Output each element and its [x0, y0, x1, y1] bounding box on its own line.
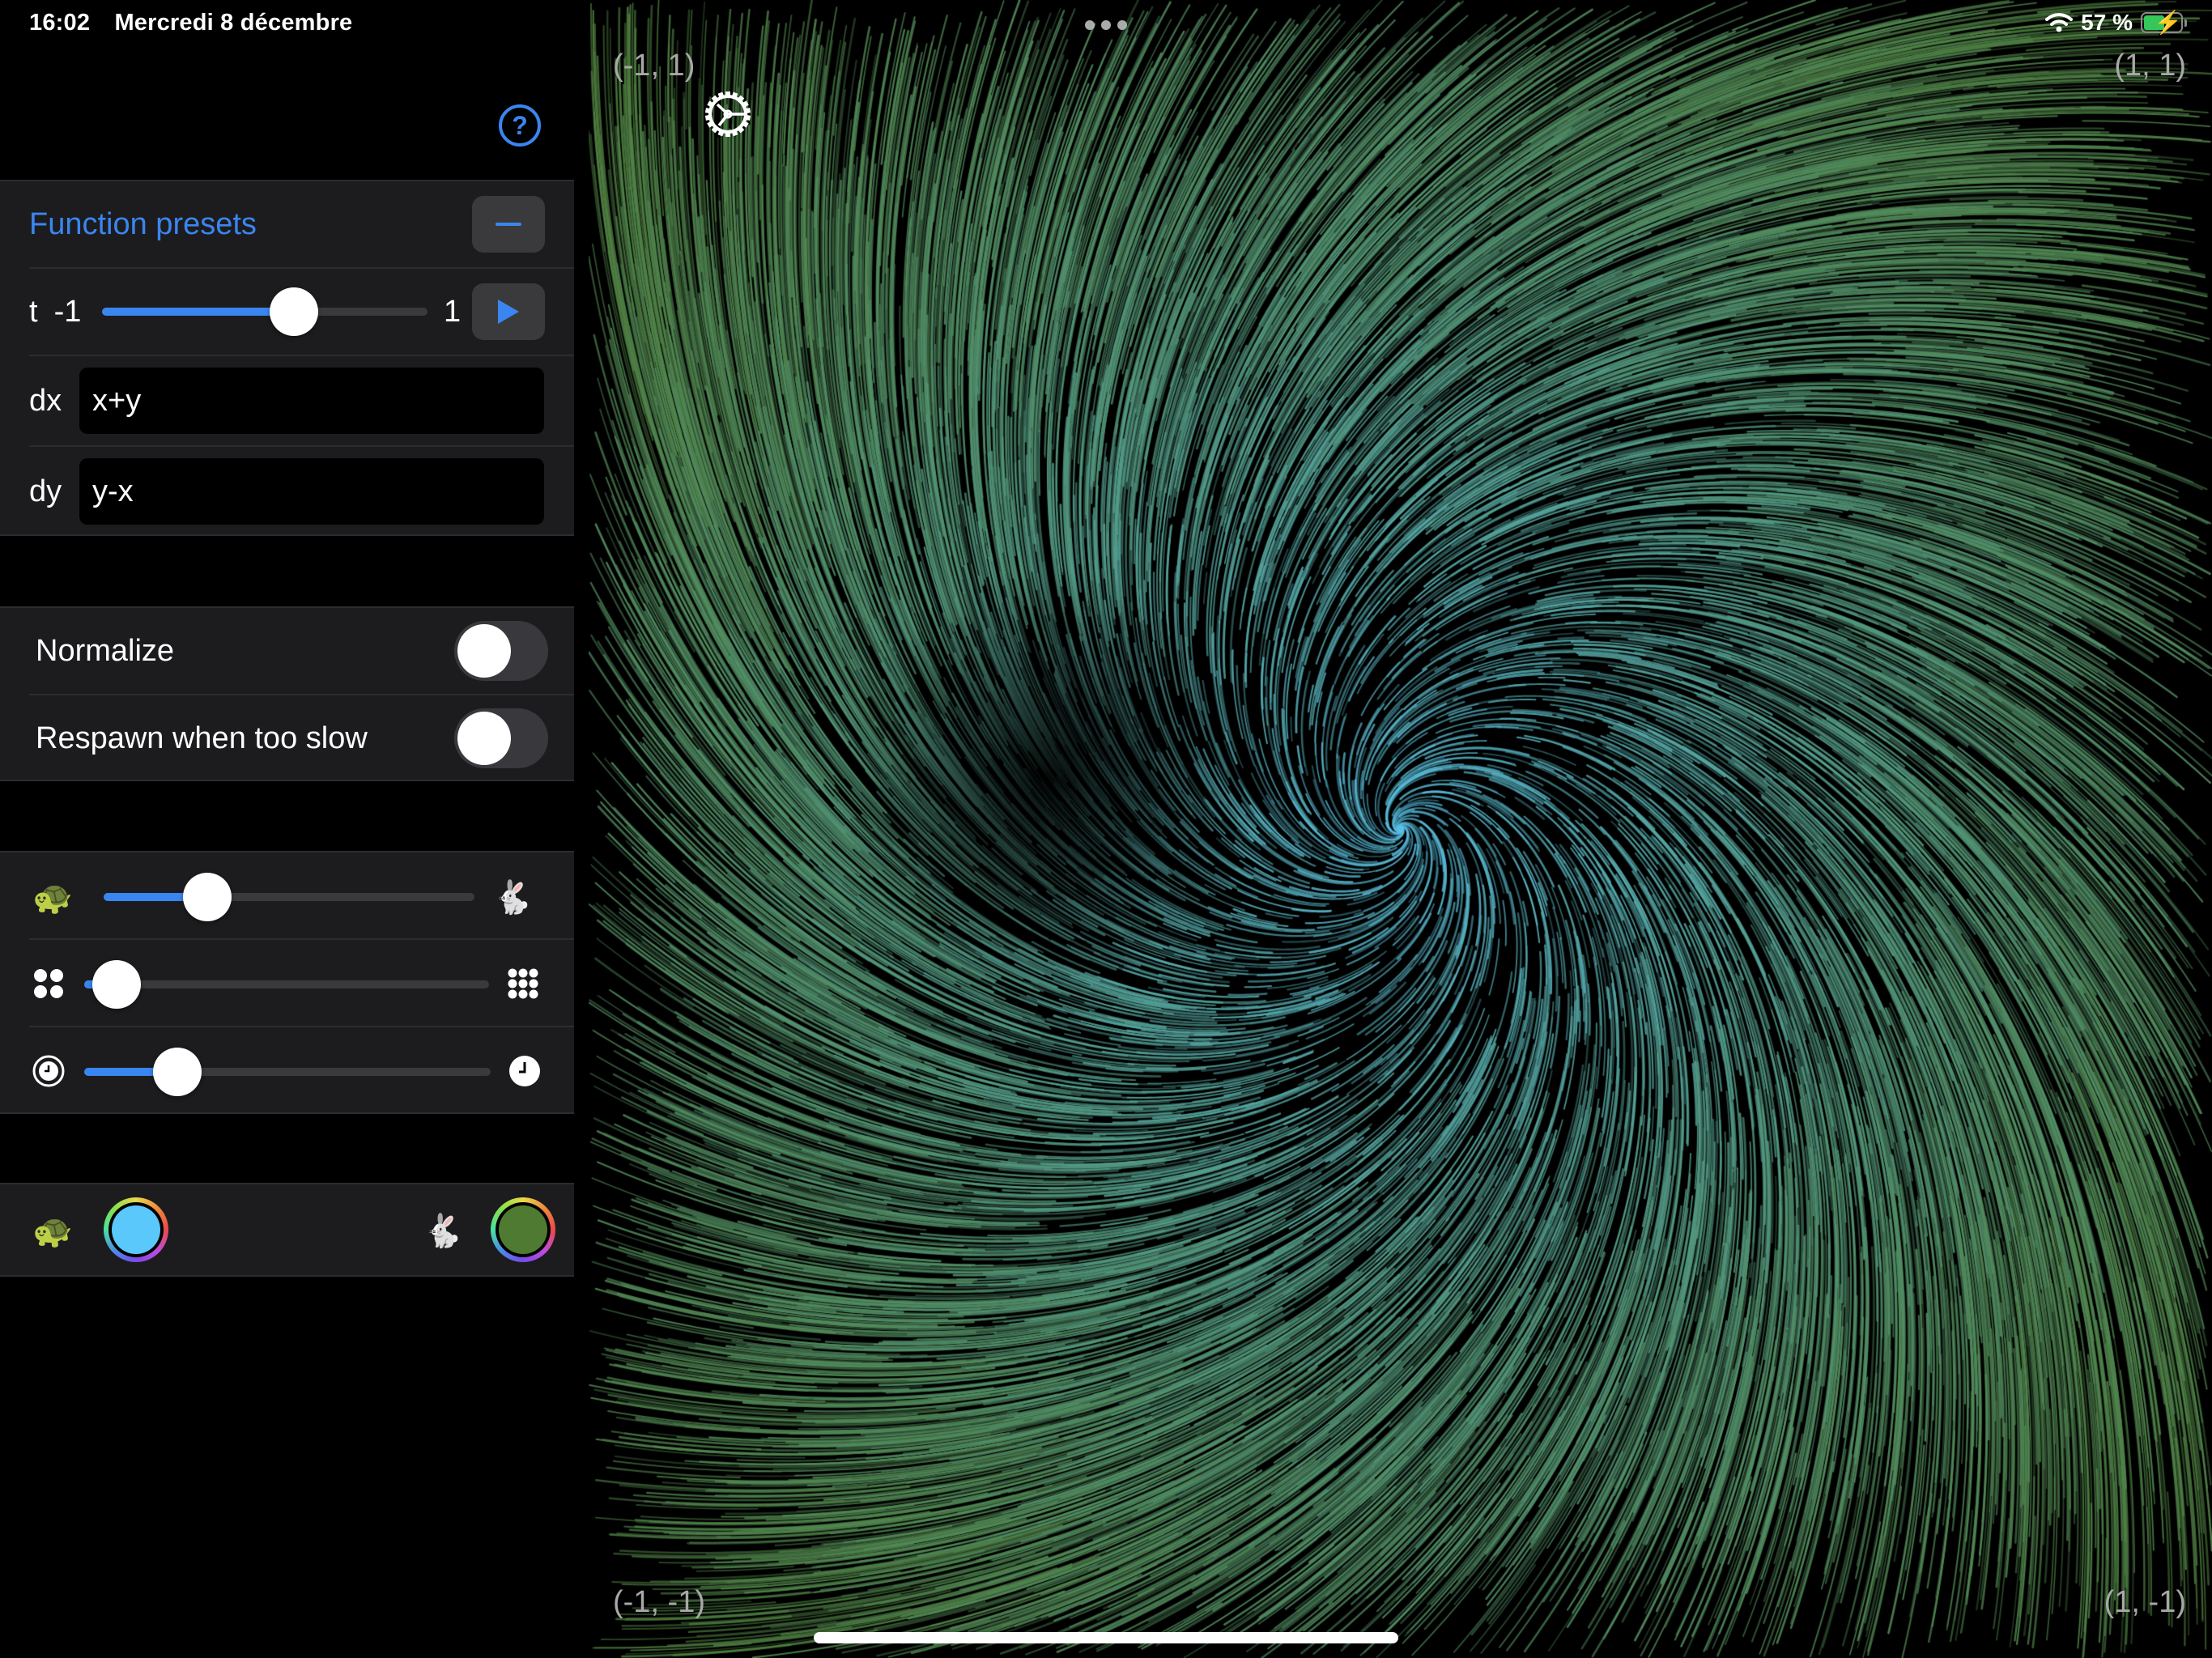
t-slider-fill — [102, 308, 295, 316]
density-row — [29, 938, 574, 1026]
function-presets-label[interactable]: Function presets — [29, 207, 257, 242]
function-presets-row[interactable]: Function presets — [29, 181, 574, 267]
clock-icon — [509, 1056, 540, 1086]
play-icon — [498, 300, 519, 324]
battery-percent: 57 % — [2081, 10, 2133, 35]
trail-slider-thumb[interactable] — [153, 1048, 202, 1096]
trail-slider[interactable] — [84, 1048, 491, 1096]
t-slider-row: t -1 1 — [29, 267, 574, 355]
minus-icon — [496, 223, 521, 226]
timer-icon — [32, 1055, 65, 1087]
normalize-row: Normalize — [36, 608, 574, 694]
status-time: 16:02 — [29, 10, 91, 36]
dy-input[interactable]: y-x — [79, 458, 544, 525]
help-button[interactable]: ? — [499, 104, 541, 147]
gear-icon[interactable] — [703, 89, 753, 139]
toggle-knob — [457, 624, 511, 678]
speed-slider-thumb[interactable] — [183, 873, 232, 921]
dy-row: dy y-x — [29, 445, 574, 536]
toggle-knob — [457, 712, 511, 765]
tortoise-icon: 🐢 — [32, 880, 73, 916]
colors-section: 🐢 🐇 — [0, 1183, 574, 1277]
corner-label-top-left: (-1, 1) — [613, 49, 696, 83]
fast-color-hare-icon: 🐇 — [423, 1214, 463, 1249]
charging-bolt-icon: ⚡ — [2154, 10, 2182, 35]
corner-label-bottom-left: (-1, -1) — [613, 1585, 705, 1619]
slow-color-tortoise-icon: 🐢 — [32, 1214, 73, 1249]
wifi-icon — [2045, 13, 2074, 32]
t-min-label: -1 — [53, 294, 82, 329]
dx-input[interactable]: x+y — [79, 368, 544, 434]
status-bar-left: 16:02 Mercredi 8 décembre — [29, 10, 370, 36]
t-label: t — [29, 294, 38, 329]
battery-icon: ⚡ — [2141, 10, 2187, 35]
help-icon: ? — [512, 110, 528, 140]
nine-dots-icon — [508, 968, 538, 999]
t-max-label: 1 — [444, 294, 462, 329]
fast-color-picker[interactable] — [491, 1197, 555, 1262]
speed-slider[interactable] — [104, 873, 474, 921]
play-button[interactable] — [472, 283, 545, 340]
respawn-row: Respawn when too slow — [29, 694, 574, 781]
function-section: Function presets t -1 1 dx x+y dy y-x — [0, 180, 574, 536]
hare-icon: 🐇 — [492, 880, 533, 916]
respawn-toggle[interactable] — [454, 708, 548, 768]
home-indicator[interactable] — [814, 1632, 1398, 1643]
slow-color-picker[interactable] — [104, 1197, 168, 1262]
vector-field-canvas[interactable] — [589, 0, 2212, 1658]
status-bar-right: 57 % ⚡ — [2045, 10, 2187, 36]
density-slider[interactable] — [84, 960, 489, 1009]
four-dots-icon — [34, 969, 63, 998]
fast-color-swatch — [499, 1205, 547, 1254]
multitasking-handle[interactable] — [1085, 20, 1127, 30]
normalize-label: Normalize — [36, 633, 175, 668]
normalize-toggle[interactable] — [454, 621, 548, 681]
t-slider-thumb[interactable] — [270, 287, 319, 336]
density-slider-thumb[interactable] — [92, 960, 141, 1009]
dx-label: dx — [29, 383, 62, 418]
t-slider[interactable] — [102, 287, 428, 336]
slow-color-swatch — [112, 1205, 160, 1254]
dx-row: dx x+y — [29, 355, 574, 445]
corner-label-top-right: (1, 1) — [2114, 49, 2186, 83]
status-date: Mercredi 8 décembre — [114, 10, 353, 36]
dy-label: dy — [29, 474, 62, 508]
speed-row: 🐢 🐇 — [29, 852, 574, 938]
options-section: Normalize Respawn when too slow — [0, 606, 574, 781]
trail-row — [29, 1026, 574, 1113]
corner-label-bottom-right: (1, -1) — [2104, 1585, 2186, 1619]
respawn-label: Respawn when too slow — [36, 721, 368, 755]
collapse-presets-button[interactable] — [472, 196, 545, 253]
sliders-section: 🐢 🐇 — [0, 851, 574, 1114]
